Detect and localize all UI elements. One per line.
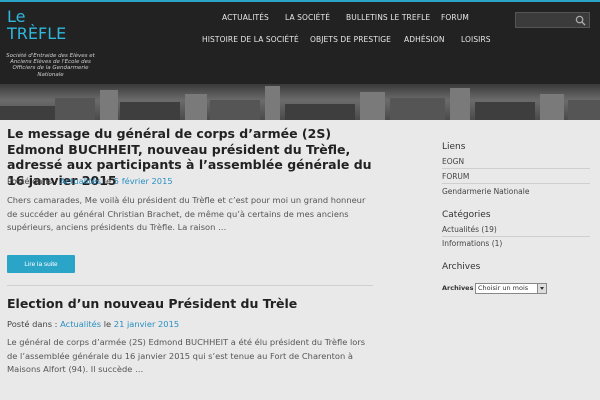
date-prefix: le bbox=[103, 176, 112, 186]
nav-item-forum[interactable]: FORUM bbox=[441, 13, 469, 22]
categories-widget-title: Catégories bbox=[442, 210, 491, 220]
posted-in-label: Posté dans : bbox=[7, 176, 58, 186]
category-link[interactable]: Actualités bbox=[60, 319, 101, 329]
post-excerpt: Chers camarades, Me voilà élu président … bbox=[7, 195, 366, 232]
date-link[interactable]: 5 février 2015 bbox=[114, 176, 173, 186]
sidebar-category-informations[interactable]: Informations (1) bbox=[442, 238, 590, 251]
archives-widget-title: Archives bbox=[442, 262, 481, 272]
post-divider bbox=[7, 285, 373, 286]
header-banner-image bbox=[0, 84, 600, 120]
search-icon[interactable] bbox=[575, 15, 586, 26]
sidebar-link-forum[interactable]: FORUM bbox=[442, 171, 590, 184]
logo-line-2: TRÈFLE bbox=[7, 24, 67, 43]
read-more-button[interactable]: Lire la suite bbox=[7, 255, 75, 273]
date-link[interactable]: 21 janvier 2015 bbox=[114, 319, 179, 329]
search-input[interactable] bbox=[518, 14, 578, 28]
post-meta: Posté dans : Actualités le 5 février 201… bbox=[7, 176, 173, 186]
nav-item-histoire[interactable]: HISTOIRE DE LA SOCIÉTÉ bbox=[202, 35, 299, 44]
nav-item-actualites[interactable]: ACTUALITÉS bbox=[222, 13, 269, 22]
post-title[interactable]: Election d’un nouveau Président du Trèle bbox=[7, 296, 375, 312]
date-prefix: le bbox=[103, 319, 112, 329]
archives-label: Archives bbox=[442, 284, 474, 292]
sidebar-link-gendarmerie[interactable]: Gendarmerie Nationale bbox=[442, 186, 590, 199]
posted-in-label: Posté dans : bbox=[7, 319, 58, 329]
archives-select-value: Choisir un mois bbox=[478, 284, 529, 292]
links-widget-title: Liens bbox=[442, 142, 466, 152]
archives-month-select[interactable]: Choisir un mois bbox=[475, 283, 547, 294]
nav-item-objets-de-prestige[interactable]: OBJETS DE PRESTIGE bbox=[310, 35, 391, 44]
chevron-down-icon bbox=[537, 284, 546, 293]
nav-item-la-societe[interactable]: LA SOCIÉTÉ bbox=[285, 13, 330, 22]
site-logo[interactable]: Le TRÈFLE bbox=[7, 8, 66, 42]
category-link[interactable]: Actualités bbox=[60, 176, 101, 186]
nav-item-adhesion[interactable]: ADHÉSION bbox=[404, 35, 445, 44]
site-header: Le TRÈFLE Société d'Entraide des Elèves … bbox=[0, 0, 600, 84]
sidebar-link-eogn[interactable]: EOGN bbox=[442, 156, 590, 169]
search-box bbox=[515, 12, 590, 28]
logo-line-1: Le bbox=[7, 7, 26, 26]
post-meta: Posté dans : Actualités le 21 janvier 20… bbox=[7, 319, 179, 329]
sidebar-category-actualites[interactable]: Actualités (19) bbox=[442, 224, 590, 237]
site-tagline: Société d'Entraide des Elèves et Anciens… bbox=[6, 53, 95, 78]
nav-item-loisirs[interactable]: LOISIRS bbox=[461, 35, 491, 44]
post-excerpt: Le général de corps d’armée (2S) Edmond … bbox=[7, 337, 366, 374]
nav-item-bulletins[interactable]: BULLETINS LE TREFLE bbox=[346, 13, 430, 22]
